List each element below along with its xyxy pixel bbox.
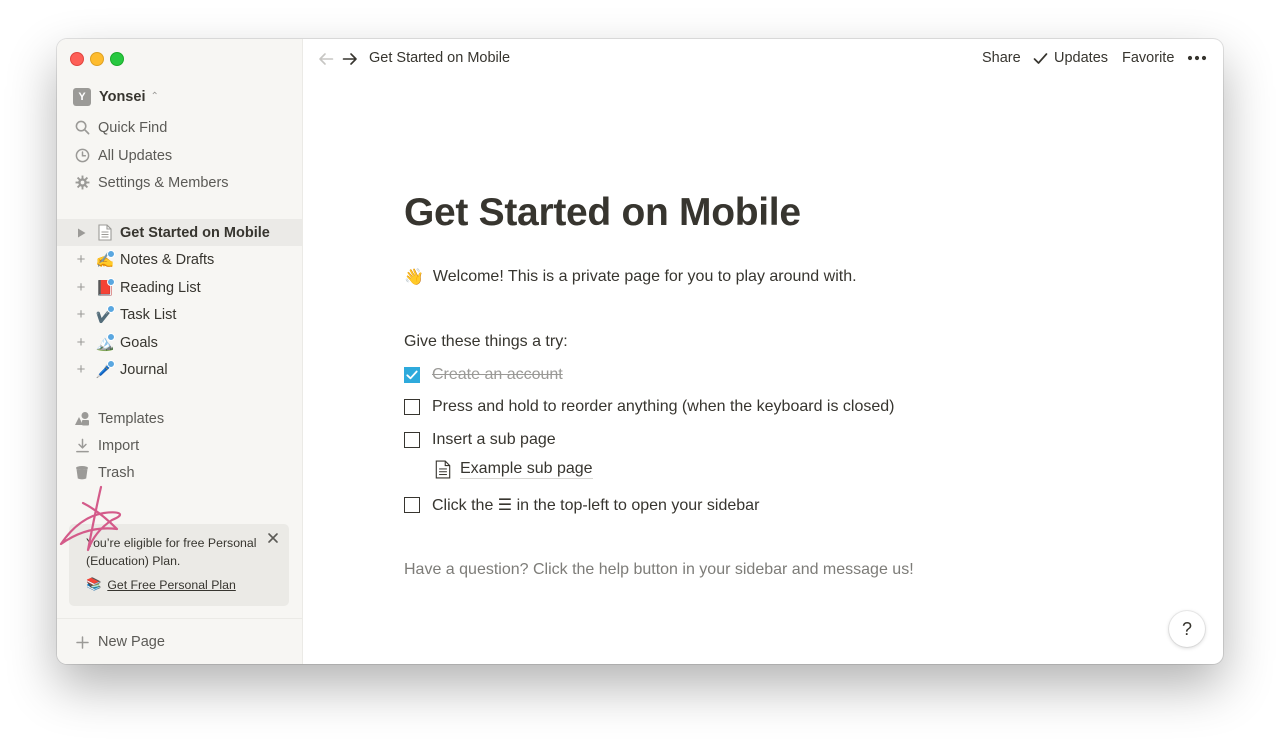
updates-button[interactable]: Updates xyxy=(1033,50,1108,66)
promo-text: You’re eligible for free Personal (Educa… xyxy=(86,536,257,568)
page-title[interactable]: Get Started on Mobile xyxy=(404,191,801,235)
sidebar-page-task-list[interactable]: + ✔️ Task List xyxy=(57,301,302,328)
todo-checkbox[interactable] xyxy=(404,399,420,415)
gear-icon xyxy=(74,175,90,191)
sidebar-page-label: Task List xyxy=(120,306,177,323)
sidebar-item-settings[interactable]: Settings & Members xyxy=(57,169,302,196)
get-free-plan-link[interactable]: 📚 Get Free Personal Plan xyxy=(86,577,236,592)
sidebar-item-label: Settings & Members xyxy=(98,174,229,191)
sidebar-page-label: Reading List xyxy=(120,279,201,296)
plan-promo-card: You’re eligible for free Personal (Educa… xyxy=(69,524,289,606)
todo-checkbox[interactable] xyxy=(404,367,420,383)
help-button[interactable]: ? xyxy=(1169,611,1205,647)
add-subpage-icon[interactable]: + xyxy=(75,306,87,323)
help-question-text[interactable]: Have a question? Click the help button i… xyxy=(404,561,914,579)
todo-item[interactable]: Click the ☰ in the top-left to open your… xyxy=(404,494,759,516)
welcome-line[interactable]: 👋 Welcome! This is a private page for yo… xyxy=(404,267,857,287)
templates-icon xyxy=(74,411,90,427)
plus-icon xyxy=(74,634,90,650)
add-subpage-icon[interactable]: + xyxy=(75,334,87,351)
page-icon xyxy=(95,223,115,243)
todo-label: Create an account xyxy=(432,366,563,383)
promo-link-label: Get Free Personal Plan xyxy=(107,577,236,592)
sidebar-item-label: Import xyxy=(98,437,140,454)
sidebar-page-label: Journal xyxy=(120,361,168,378)
topbar: Get Started on Mobile Share Updates Favo… xyxy=(302,39,1223,79)
back-arrow-icon[interactable] xyxy=(317,50,335,68)
sidebar-page-label: Goals xyxy=(120,334,158,351)
trash-icon xyxy=(74,465,90,481)
sub-page-label: Example sub page xyxy=(460,460,593,479)
todo-label: Press and hold to reorder anything (when… xyxy=(432,398,895,415)
red-book-icon: 📕 xyxy=(95,277,115,298)
add-subpage-icon[interactable]: + xyxy=(75,361,87,378)
sidebar-item-templates[interactable]: Templates xyxy=(57,405,302,432)
sidebar-item-all-updates[interactable]: All Updates xyxy=(57,142,302,169)
sidebar-item-import[interactable]: Import xyxy=(57,432,302,459)
window-zoom-button[interactable] xyxy=(110,52,124,66)
sidebar-item-trash[interactable]: Trash xyxy=(57,459,302,486)
new-page-label: New Page xyxy=(98,634,165,650)
window-minimize-button[interactable] xyxy=(90,52,104,66)
page-icon xyxy=(435,460,451,479)
sidebar-page-label: Notes & Drafts xyxy=(120,251,215,268)
close-icon[interactable] xyxy=(266,531,280,545)
todo-checkbox[interactable] xyxy=(404,497,420,513)
todo-item[interactable]: Press and hold to reorder anything (when… xyxy=(404,396,894,418)
expand-triangle-icon[interactable] xyxy=(75,227,87,239)
app-window: Y Yonsei ⌃ Quick Find All Updates Settin… xyxy=(57,39,1223,664)
add-subpage-icon[interactable]: + xyxy=(75,251,87,268)
todo-label: Click the ☰ in the top-left to open your… xyxy=(432,497,760,514)
window-close-button[interactable] xyxy=(70,52,84,66)
clock-icon xyxy=(74,148,90,164)
try-heading[interactable]: Give these things a try: xyxy=(404,333,568,351)
share-button[interactable]: Share xyxy=(982,50,1021,66)
workspace-avatar: Y xyxy=(73,88,91,106)
sidebar-item-label: Trash xyxy=(98,464,135,481)
update-dot xyxy=(107,359,115,368)
check-mark-icon: ✔️ xyxy=(95,304,115,325)
sidebar-page-goals[interactable]: + 🏔️ Goals xyxy=(57,329,302,356)
check-icon xyxy=(406,370,418,380)
sidebar-page-label: Get Started on Mobile xyxy=(120,224,270,241)
update-dot xyxy=(107,304,115,313)
sidebar-page-notes-drafts[interactable]: + ✍️ Notes & Drafts xyxy=(57,246,302,273)
download-icon xyxy=(74,438,90,454)
sidebar-item-quick-find[interactable]: Quick Find xyxy=(57,114,302,141)
search-icon xyxy=(74,120,90,136)
more-options-icon[interactable] xyxy=(1186,51,1208,65)
todo-checkbox[interactable] xyxy=(404,432,420,448)
example-sub-page-link[interactable]: Example sub page xyxy=(435,460,593,479)
waving-hand-icon: 👋 xyxy=(404,269,424,286)
todo-label: Insert a sub page xyxy=(432,431,556,448)
updates-label: Updates xyxy=(1054,50,1109,66)
workspace-switcher[interactable]: Y Yonsei ⌃ xyxy=(73,87,159,107)
sidebar-page-journal[interactable]: + 🖊️ Journal xyxy=(57,356,302,383)
writing-hand-icon: ✍️ xyxy=(95,249,115,270)
forward-arrow-icon[interactable] xyxy=(341,50,359,68)
sidebar-item-label: Quick Find xyxy=(98,119,168,136)
update-dot xyxy=(107,332,115,341)
books-icon: 📚 xyxy=(86,577,102,591)
check-icon xyxy=(1033,52,1048,64)
favorite-button[interactable]: Favorite xyxy=(1122,50,1174,66)
new-page-button[interactable]: New Page xyxy=(57,618,302,664)
breadcrumb[interactable]: Get Started on Mobile xyxy=(369,50,510,66)
sidebar-page-get-started[interactable]: Get Started on Mobile xyxy=(57,219,302,246)
todo-item[interactable]: Insert a sub page xyxy=(404,429,556,451)
sidebar: Y Yonsei ⌃ Quick Find All Updates Settin… xyxy=(57,39,303,664)
pen-icon: 🖊️ xyxy=(95,359,115,380)
sidebar-page-reading-list[interactable]: + 📕 Reading List xyxy=(57,274,302,301)
sidebar-item-label: Templates xyxy=(98,410,165,427)
chevron-up-down-icon: ⌃ xyxy=(150,91,159,102)
update-dot xyxy=(107,277,115,286)
workspace-name: Yonsei xyxy=(99,89,146,105)
welcome-text: Welcome! This is a private page for you … xyxy=(432,268,857,285)
mountain-icon: 🏔️ xyxy=(95,332,115,353)
sidebar-item-label: All Updates xyxy=(98,147,173,164)
add-subpage-icon[interactable]: + xyxy=(75,279,87,296)
todo-item[interactable]: Create an account xyxy=(404,364,563,386)
update-dot xyxy=(107,249,115,258)
